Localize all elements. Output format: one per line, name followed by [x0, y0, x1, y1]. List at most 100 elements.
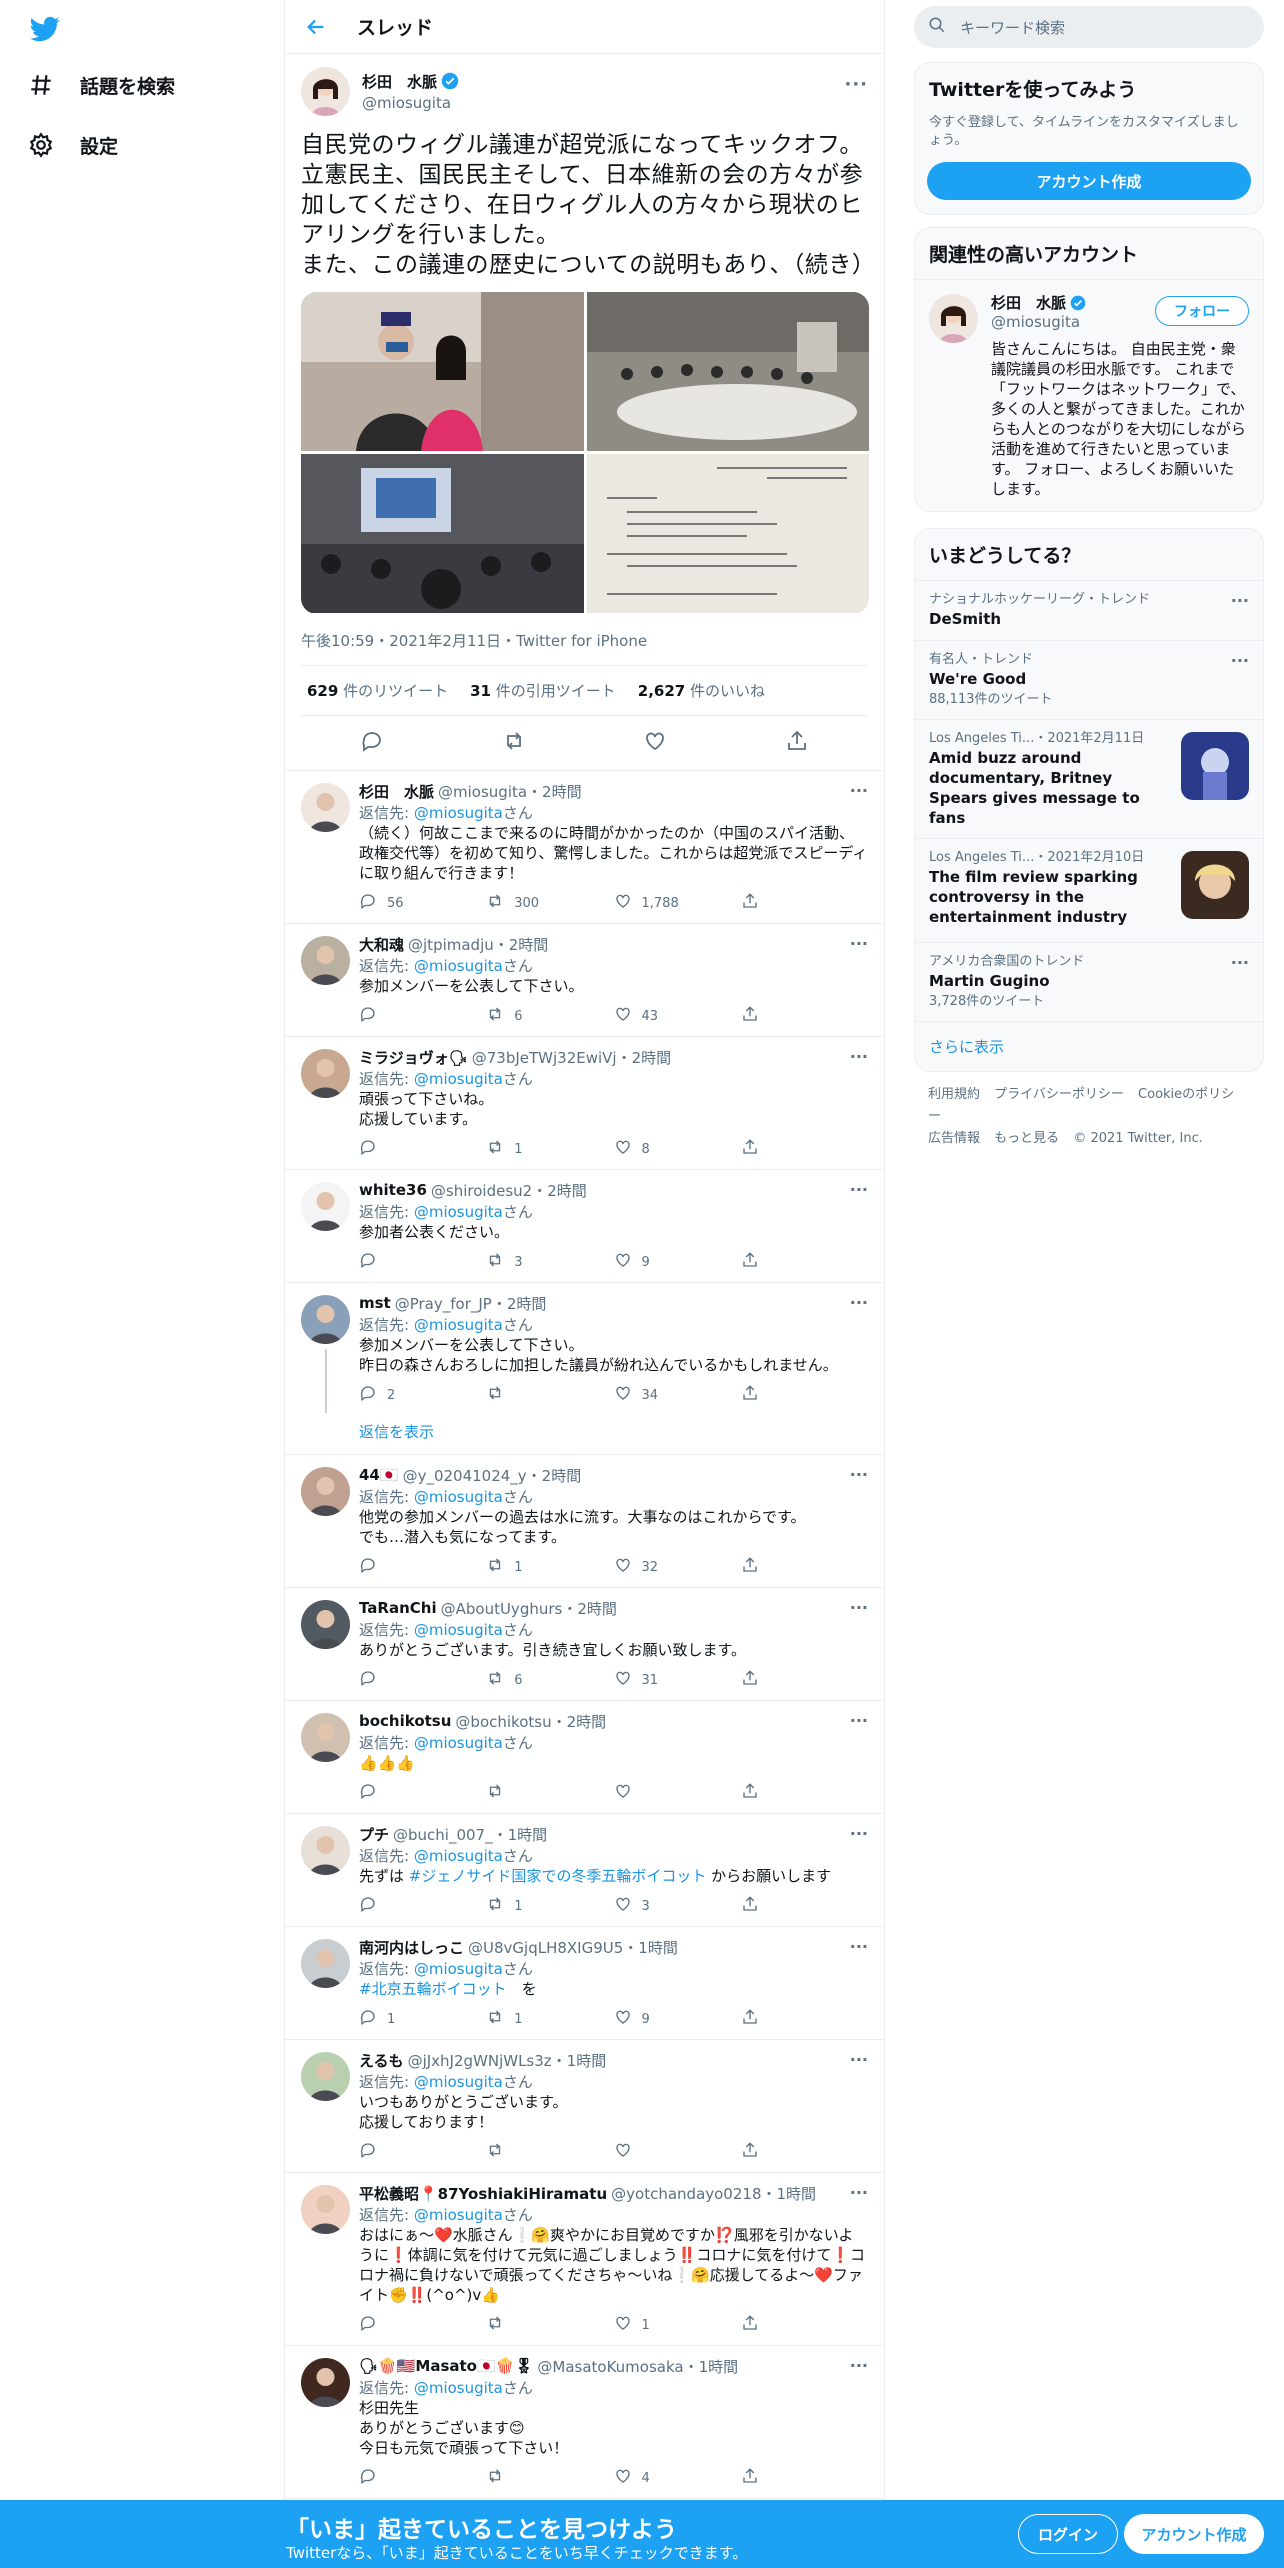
reply-author-name[interactable]: 44🇯🇵 [359, 1466, 399, 1484]
reply-to-user-link[interactable]: @miosugita [414, 804, 503, 822]
reply-to-user-link[interactable]: @miosugita [414, 1621, 503, 1639]
like-button[interactable]: 9 [614, 2008, 741, 2030]
reply-author-handle[interactable]: @miosugita・2時間 [438, 781, 582, 802]
like-button[interactable]: 3 [614, 1895, 741, 1917]
like-button[interactable]: 34 [614, 1384, 741, 1406]
retweet-button[interactable]: 1 [486, 1895, 613, 1917]
retweet-button[interactable] [486, 1782, 613, 1804]
avatar[interactable] [301, 1295, 350, 1344]
more-options-icon[interactable]: ··· [850, 1937, 868, 1956]
reply-to-user-link[interactable]: @miosugita [414, 1488, 503, 1506]
share-button[interactable] [741, 2467, 868, 2489]
reply-button[interactable]: 56 [359, 892, 486, 914]
reply-tweet[interactable]: ミラジョヴォ🗣 @73bJeTWj32EwiVj・2時間 ··· 返信先: @m… [285, 1037, 884, 1170]
retweet-button[interactable]: 6 [486, 1669, 613, 1691]
reply-button[interactable]: 1 [359, 2008, 486, 2030]
reply-author-handle[interactable]: @jJxhJ2gWNjWLs3z・1時間 [408, 2050, 607, 2071]
like-button[interactable]: 9 [614, 1251, 741, 1273]
reply-author-name[interactable]: mst [359, 1294, 391, 1312]
reply-to-user-link[interactable]: @miosugita [414, 1734, 503, 1752]
more-options-icon[interactable]: ··· [850, 2356, 868, 2375]
author-name[interactable]: 杉田 水脈 [362, 71, 437, 92]
reply-author-handle[interactable]: @AboutUyghurs・2時間 [441, 1598, 617, 1619]
reply-to-user-link[interactable]: @miosugita [414, 1847, 503, 1865]
reply-author-name[interactable]: プチ [359, 1824, 389, 1845]
reply-button[interactable] [359, 1251, 486, 1273]
photo-2[interactable] [587, 292, 869, 451]
show-replies-link[interactable]: 返信を表示 [359, 1415, 868, 1454]
reply-button[interactable] [359, 1669, 486, 1691]
retweet-button[interactable] [486, 2467, 613, 2489]
quote-count[interactable]: 31 件の引用ツイート [470, 680, 616, 701]
reply-tweet[interactable]: bochikotsu @bochikotsu・2時間 ··· 返信先: @mio… [285, 1701, 884, 1814]
retweet-button[interactable]: 1 [486, 2008, 613, 2030]
reply-author-handle[interactable]: @73bJeTWj32EwiVj・2時間 [472, 1047, 671, 1068]
retweet-button[interactable]: 300 [486, 892, 613, 914]
share-button[interactable] [741, 892, 868, 914]
reply-button[interactable] [359, 1895, 486, 1917]
reply-author-name[interactable]: ミラジョヴォ🗣 [359, 1047, 468, 1068]
avatar[interactable] [301, 2185, 350, 2234]
ads-link[interactable]: 広告情報 [928, 1131, 980, 1146]
more-options-icon[interactable]: ··· [850, 2183, 868, 2202]
share-button[interactable] [741, 2141, 868, 2163]
reply-tweet[interactable]: えるも @jJxhJ2gWNjWLs3z・1時間 ··· 返信先: @miosu… [285, 2040, 884, 2173]
share-button[interactable] [741, 1556, 868, 1578]
trend-news-item[interactable]: Los Angeles Ti...・2021年2月11日 Amid buzz a… [915, 719, 1263, 838]
more-link[interactable]: もっと見る [994, 1131, 1059, 1146]
nav-settings[interactable]: 設定 [26, 120, 118, 170]
more-options-icon[interactable]: ··· [850, 1293, 868, 1312]
trend-item[interactable]: アメリカ合衆国のトレンド Martin Gugino 3,728件のツイート ·… [915, 942, 1263, 1021]
share-button[interactable] [741, 1895, 868, 1917]
more-options-icon[interactable]: ··· [850, 1711, 868, 1730]
retweet-icon[interactable] [502, 729, 526, 757]
like-button[interactable]: 1 [614, 2314, 741, 2336]
reply-tweet[interactable]: 平松義昭📍87YoshiakiHiramatu @yotchandayo0218… [285, 2173, 884, 2346]
back-arrow-icon[interactable] [301, 12, 331, 42]
avatar[interactable] [301, 2358, 350, 2407]
terms-link[interactable]: 利用規約 [928, 1087, 980, 1102]
share-button[interactable] [741, 2314, 868, 2336]
reply-button[interactable] [359, 1005, 486, 1027]
retweet-button[interactable] [486, 1384, 613, 1406]
related-name[interactable]: 杉田 水脈 [991, 292, 1066, 313]
more-options-icon[interactable]: ··· [850, 1047, 868, 1066]
avatar[interactable] [301, 66, 350, 116]
reply-button[interactable] [359, 1138, 486, 1160]
like-button[interactable]: 31 [614, 1669, 741, 1691]
author-handle[interactable]: @miosugita [362, 94, 459, 112]
more-options-icon[interactable]: ··· [850, 934, 868, 953]
reply-to-user-link[interactable]: @miosugita [414, 957, 503, 975]
share-button[interactable] [741, 1005, 868, 1027]
reply-button[interactable]: 2 [359, 1384, 486, 1406]
more-options-icon[interactable]: ··· [850, 1824, 868, 1843]
avatar[interactable] [301, 936, 350, 985]
reply-button[interactable] [359, 1556, 486, 1578]
reply-author-name[interactable]: white36 [359, 1181, 427, 1199]
retweet-button[interactable]: 6 [486, 1005, 613, 1027]
reply-tweet[interactable]: 🗣🍿🇺🇸Masato🇯🇵🍿🎖 @MasatoKumosaka・1時間 ··· 返… [285, 2346, 884, 2499]
nav-explore[interactable]: 話題を検索 [26, 60, 175, 110]
retweet-button[interactable] [486, 2141, 613, 2163]
reply-author-name[interactable]: bochikotsu [359, 1712, 451, 1730]
reply-author-name[interactable]: 平松義昭📍87YoshiakiHiramatu [359, 2183, 607, 2204]
like-button[interactable] [614, 1782, 741, 1804]
more-options-icon[interactable]: ··· [850, 2050, 868, 2069]
like-button[interactable]: 32 [614, 1556, 741, 1578]
reply-tweet[interactable]: TaRanChi @AboutUyghurs・2時間 ··· 返信先: @mio… [285, 1588, 884, 1701]
photo-4[interactable] [587, 454, 869, 613]
reply-to-user-link[interactable]: @miosugita [414, 1316, 503, 1334]
signup-button[interactable]: アカウント作成 [1124, 2514, 1264, 2554]
reply-author-name[interactable]: 🗣🍿🇺🇸Masato🇯🇵🍿🎖 [359, 2357, 533, 2375]
avatar[interactable] [301, 1939, 350, 1988]
reply-tweet[interactable]: 44🇯🇵 @y_02041024_y・2時間 ··· 返信先: @miosugi… [285, 1455, 884, 1588]
avatar[interactable] [301, 1600, 350, 1649]
reply-author-handle[interactable]: @Pray_for_JP・2時間 [395, 1293, 547, 1314]
reply-icon[interactable] [360, 729, 384, 757]
reply-author-handle[interactable]: @y_02041024_y・2時間 [403, 1465, 582, 1486]
reply-author-handle[interactable]: @buchi_007_・1時間 [393, 1824, 547, 1845]
hashtag-link[interactable]: #北京五輪ボイコット [359, 1980, 507, 1998]
search-input[interactable]: キーワード検索 [960, 17, 1065, 38]
reply-tweet[interactable]: 杉田 水脈 @miosugita・2時間 ··· 返信先: @miosugita… [285, 771, 884, 924]
privacy-link[interactable]: プライバシーポリシー [994, 1087, 1124, 1102]
